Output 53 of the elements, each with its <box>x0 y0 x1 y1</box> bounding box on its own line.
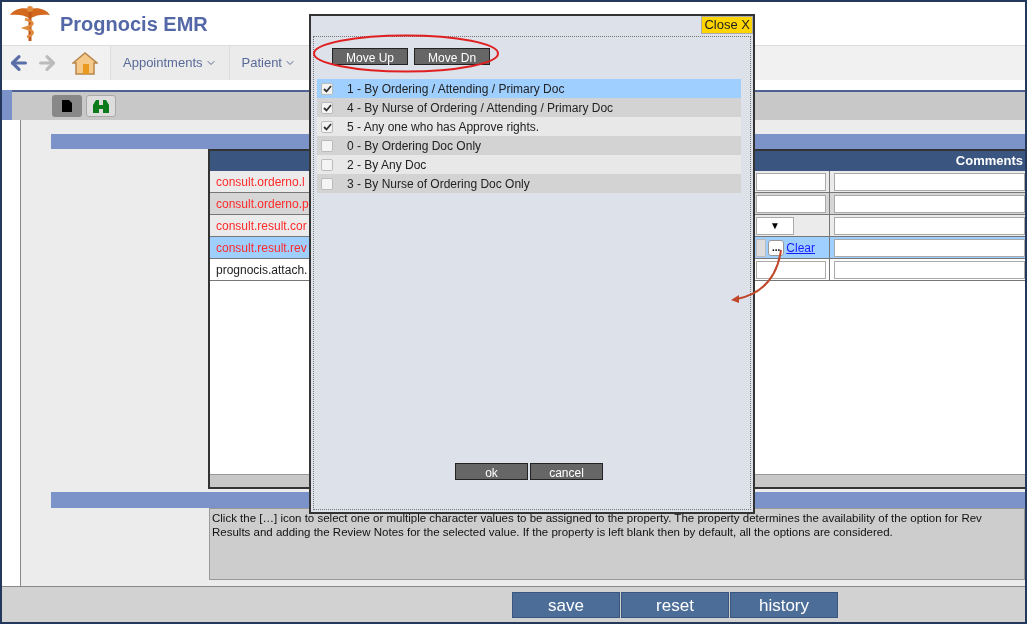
option-row[interactable]: 0 - By Ordering Doc Only <box>317 136 741 155</box>
table-cell-text: consult.orderno.l <box>215 174 306 191</box>
comment-field[interactable] <box>834 172 1025 191</box>
accent-strip <box>2 90 12 120</box>
nav-menu[interactable]: Appointments <box>110 46 229 80</box>
dialog-button[interactable]: ok <box>455 463 528 480</box>
option-row[interactable]: 1 - By Ordering / Attending / Primary Doc <box>317 79 741 98</box>
dialog-button[interactable]: cancel <box>530 463 603 480</box>
move-button[interactable]: Move Up <box>332 48 409 65</box>
back-icon[interactable] <box>8 52 30 74</box>
table-cell-text: prognocis.attach. <box>215 262 309 279</box>
table-cell-text: consult.orderno.p <box>215 196 310 213</box>
checkbox[interactable] <box>321 120 333 133</box>
option-row[interactable]: 5 - Any one who has Approve rights. <box>317 117 741 136</box>
input-field[interactable] <box>756 172 826 191</box>
lookup-button[interactable]: ... <box>768 239 785 256</box>
table-cell-text: consult.result.rev <box>215 240 308 257</box>
document-icon <box>62 100 72 112</box>
close-button[interactable]: Close X <box>701 16 753 34</box>
footer-button[interactable]: history <box>730 591 838 618</box>
checkbox[interactable] <box>321 101 333 114</box>
forward-icon[interactable] <box>36 52 58 74</box>
home-icon[interactable] <box>72 51 98 75</box>
search-button[interactable] <box>86 95 116 117</box>
description-text: Results and adding the Review Notes for the selected value. If the property is left blank then by default, all the options are considered. <box>212 525 893 539</box>
comment-field[interactable] <box>834 216 1025 235</box>
checkbox[interactable] <box>321 82 333 95</box>
input-field[interactable] <box>756 194 826 213</box>
checkbox[interactable] <box>321 177 333 190</box>
column-header: Comments <box>955 152 1023 171</box>
option-row[interactable]: 2 - By Any Doc <box>317 155 741 174</box>
footer-button[interactable]: reset <box>621 591 729 618</box>
comment-field[interactable] <box>834 194 1025 213</box>
comment-field[interactable] <box>834 238 1025 257</box>
table-cell-text: consult.result.cor <box>215 218 308 235</box>
dropdown-field[interactable]: ▼ <box>756 216 794 235</box>
app-title: Prognocis EMR <box>60 11 208 37</box>
input-field[interactable] <box>756 260 826 279</box>
annotation-arrow <box>729 248 785 304</box>
nav-menu[interactable]: Patient <box>228 46 308 80</box>
new-document-button[interactable] <box>52 95 82 117</box>
checkbox[interactable] <box>321 139 333 152</box>
checkbox[interactable] <box>321 158 333 171</box>
option-row[interactable]: 4 - By Nurse of Ordering / Attending / Primary Doc <box>317 98 741 117</box>
option-row[interactable]: 3 - By Nurse of Ordering Doc Only <box>317 174 741 193</box>
comment-field[interactable] <box>834 260 1025 279</box>
description-text: Click the […] icon to select one or multiple character values to be assigned to the property. The property determines the availability of the option for Rev <box>212 511 982 525</box>
footer-button[interactable]: save <box>512 591 620 618</box>
move-button[interactable]: Move Dn <box>414 48 491 65</box>
clear-link[interactable]: Clear <box>786 238 816 257</box>
input-field[interactable] <box>756 238 766 257</box>
binoculars-icon <box>92 99 110 113</box>
caduceus-logo <box>8 4 52 43</box>
